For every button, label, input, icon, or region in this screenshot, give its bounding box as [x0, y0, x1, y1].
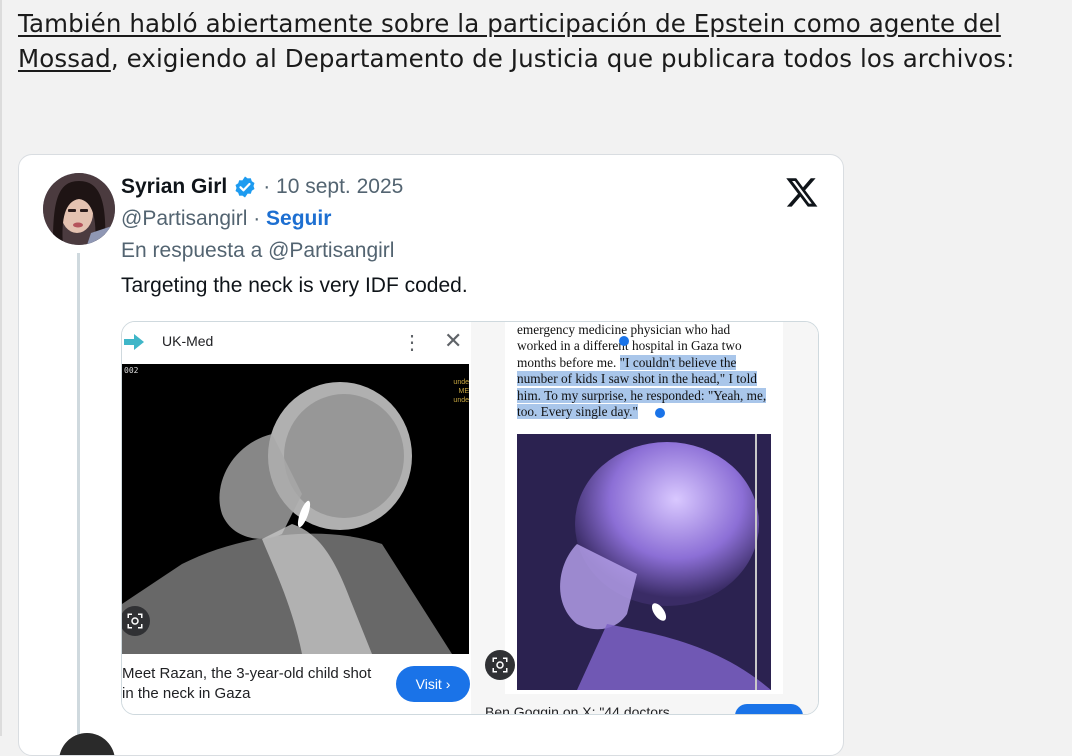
partial-button[interactable]	[735, 704, 803, 714]
tweet-media[interactable]: UK-Med ⋮ ✕ 002 unde ME unde Meet Razan, …	[121, 321, 819, 715]
ukmed-arrow-icon	[124, 334, 144, 350]
book-line: worked in a different hospital in Gaza t…	[517, 338, 742, 354]
book-excerpt: emergency medicine physician who had wor…	[517, 322, 779, 420]
verified-badge-icon	[235, 176, 255, 198]
intro-paragraph: También habló abiertamente sobre la part…	[18, 6, 1058, 76]
embedded-tweet: Syrian Girl · 10 sept. 2025 @Partisangir…	[18, 154, 844, 756]
xray-image-right	[517, 434, 771, 690]
book-line: emergency medicine physician who had	[517, 322, 731, 337]
tweet-text: Targeting the neck is very IDF coded.	[121, 274, 468, 297]
handle-separator: ·	[253, 207, 261, 230]
lens-icon[interactable]	[485, 650, 515, 680]
media-panel-right[interactable]: emergency medicine physician who had wor…	[471, 322, 818, 714]
handle-row: @Partisangirl · Seguir	[121, 207, 331, 231]
left-border	[0, 0, 2, 736]
kebab-menu-icon[interactable]: ⋮	[402, 330, 422, 355]
selection-handle-start[interactable]	[619, 336, 629, 346]
x-logo-icon[interactable]	[785, 175, 819, 209]
reply-to-line[interactable]: En respuesta a @Partisangirl	[121, 239, 394, 263]
next-reply-avatar[interactable]	[59, 733, 115, 755]
visit-button[interactable]: Visit ›	[396, 666, 470, 702]
xray-side-line: unde	[453, 397, 469, 404]
caption-left: Meet Razan, the 3-year-old child shot in…	[122, 665, 372, 702]
book-line: months before me.	[517, 354, 620, 370]
source-bar: UK-Med ⋮ ✕	[122, 322, 469, 364]
media-panel-left[interactable]: UK-Med ⋮ ✕ 002 unde ME unde Meet Razan, …	[122, 322, 470, 714]
tweet-date[interactable]: · 10 sept. 2025	[263, 175, 403, 199]
caption-right: Ben Goggin on X: "44 doctors	[485, 704, 670, 715]
author-name[interactable]: Syrian Girl	[121, 175, 227, 199]
thread-line	[77, 253, 80, 753]
xray-side-text: unde ME unde	[453, 378, 469, 405]
xray-side-line: unde	[453, 379, 469, 386]
xray-id: 002	[124, 366, 139, 375]
follow-button[interactable]: Seguir	[266, 207, 331, 230]
avatar[interactable]	[43, 173, 115, 245]
author-handle[interactable]: @Partisangirl	[121, 207, 247, 230]
intro-rest-text: , exigiendo al Departamento de Justicia …	[110, 44, 1015, 73]
selection-handle-end[interactable]	[655, 408, 665, 418]
author-row: Syrian Girl · 10 sept. 2025	[121, 175, 403, 199]
lens-icon[interactable]	[122, 606, 150, 636]
source-name: UK-Med	[162, 333, 214, 349]
xray-side-line: ME	[458, 388, 470, 395]
xray-image-left: 002 unde ME unde	[122, 364, 469, 654]
close-icon[interactable]: ✕	[444, 328, 462, 354]
